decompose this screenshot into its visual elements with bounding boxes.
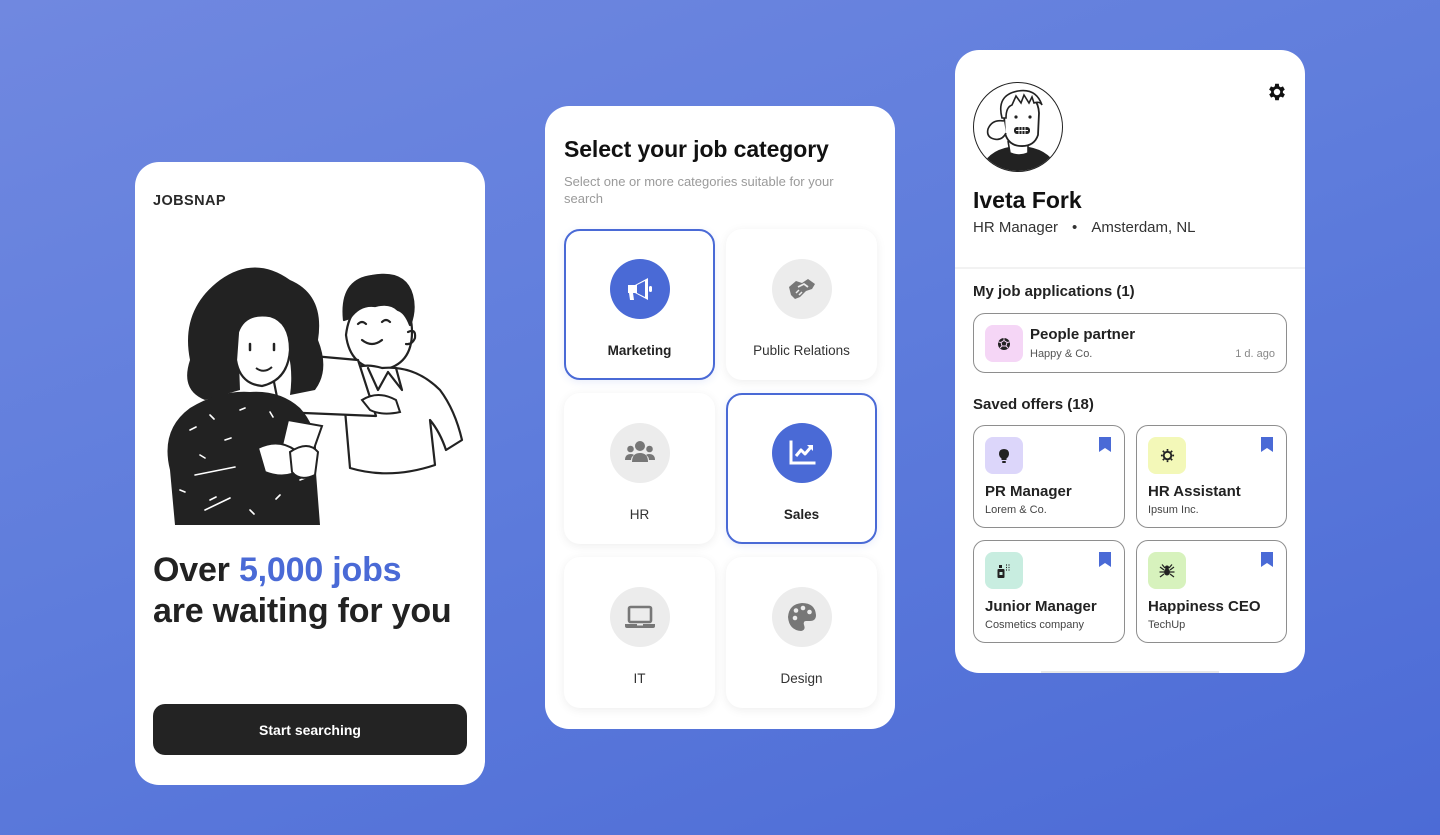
scroll-indicator (1041, 671, 1219, 673)
category-tile-marketing[interactable]: Marketing (564, 229, 715, 380)
headline-prefix: Over (153, 551, 239, 589)
chart-line-icon (789, 440, 815, 465)
page-subtitle: Select one or more categories suitable f… (564, 174, 834, 206)
application-time: 1 d. ago (1235, 348, 1275, 360)
application-company: Happy & Co. (1030, 348, 1093, 360)
palette-icon (787, 603, 816, 631)
offer-title: Junior Manager (985, 598, 1097, 615)
bookmark-icon[interactable] (1261, 437, 1273, 452)
offer-company: Ipsum Inc. (1148, 504, 1199, 516)
application-title: People partner (1030, 326, 1136, 343)
section-divider (955, 267, 1305, 269)
category-tile-hr[interactable]: HR (564, 393, 715, 544)
company-logo (985, 437, 1023, 474)
company-logo (1148, 552, 1186, 589)
saved-offer-card[interactable]: Happiness CEO TechUp (1136, 540, 1287, 643)
profile-role: HR Manager (973, 219, 1059, 236)
offer-title: Happiness CEO (1148, 598, 1261, 615)
offer-title: HR Assistant (1148, 483, 1241, 500)
soccer-ball-icon (998, 337, 1010, 350)
headline: Over 5,000 jobs are waiting for you (153, 550, 453, 632)
people-illustration (167, 267, 464, 525)
lightbulb-icon (999, 448, 1009, 463)
offer-company: TechUp (1148, 619, 1186, 631)
headline-suffix: are waiting for you (153, 592, 452, 630)
settings-gear-icon[interactable] (1266, 81, 1288, 103)
bookmark-icon[interactable] (1099, 437, 1111, 452)
spray-bottle-icon (997, 563, 1010, 578)
sun-gear-icon (1160, 448, 1174, 463)
profile-meta: HR Manager • Amsterdam, NL (973, 219, 1196, 236)
category-tile-sales[interactable]: Sales (726, 393, 877, 544)
offer-company: Lorem & Co. (985, 504, 1047, 516)
category-label: Public Relations (753, 343, 850, 358)
start-searching-button[interactable]: Start searching (153, 704, 467, 755)
company-logo (985, 552, 1023, 589)
people-group-icon (624, 441, 655, 462)
profile-location: Amsterdam, NL (1091, 219, 1196, 236)
saved-offer-card[interactable]: PR Manager Lorem & Co. (973, 425, 1125, 528)
profile-name: Iveta Fork (973, 187, 1082, 213)
category-label: HR (629, 507, 650, 522)
saved-offer-card[interactable]: Junior Manager Cosmetics company (973, 540, 1125, 643)
category-screen: Select your job category Select one or m… (545, 106, 895, 729)
category-label: Sales (783, 507, 820, 522)
bookmark-icon[interactable] (1261, 552, 1273, 567)
avatar[interactable] (973, 82, 1063, 172)
category-grid: Marketing Public Relations HR Sales IT D… (564, 229, 877, 708)
category-tile-design[interactable]: Design (726, 557, 877, 708)
company-logo (1148, 437, 1186, 474)
application-item[interactable]: People partner Happy & Co. 1 d. ago (973, 313, 1287, 373)
avatar-illustration (979, 89, 1060, 171)
megaphone-icon (627, 278, 652, 300)
brand-logo: JOBSNAP (153, 193, 226, 209)
category-label: Marketing (607, 343, 672, 358)
category-tile-it[interactable]: IT (564, 557, 715, 708)
applications-title: My job applications (1) (973, 283, 1135, 300)
page-title: Select your job category (564, 136, 829, 162)
saved-offers-title: Saved offers (18) (973, 396, 1094, 413)
offer-company: Cosmetics company (985, 619, 1085, 631)
saved-offers-grid: PR Manager Lorem & Co. HR Assistant Ipsu… (973, 425, 1287, 643)
profile-screen: Iveta Fork HR Manager • Amsterdam, NL My… (955, 50, 1305, 673)
category-tile-public-relations[interactable]: Public Relations (726, 229, 877, 380)
saved-offer-card[interactable]: HR Assistant Ipsum Inc. (1136, 425, 1287, 528)
laptop-icon (624, 605, 655, 628)
offer-title: PR Manager (985, 483, 1072, 500)
welcome-screen: JOBSNAP Over 5,000 jobs are waiting for … (135, 162, 485, 785)
category-label: Design (780, 671, 823, 686)
bookmark-icon[interactable] (1099, 552, 1111, 567)
company-logo (985, 325, 1023, 362)
headline-accent: 5,000 jobs (238, 551, 402, 589)
spider-icon (1159, 563, 1175, 577)
category-label: IT (633, 671, 646, 686)
handshake-icon (788, 279, 815, 299)
separator-dot: • (1072, 219, 1078, 236)
